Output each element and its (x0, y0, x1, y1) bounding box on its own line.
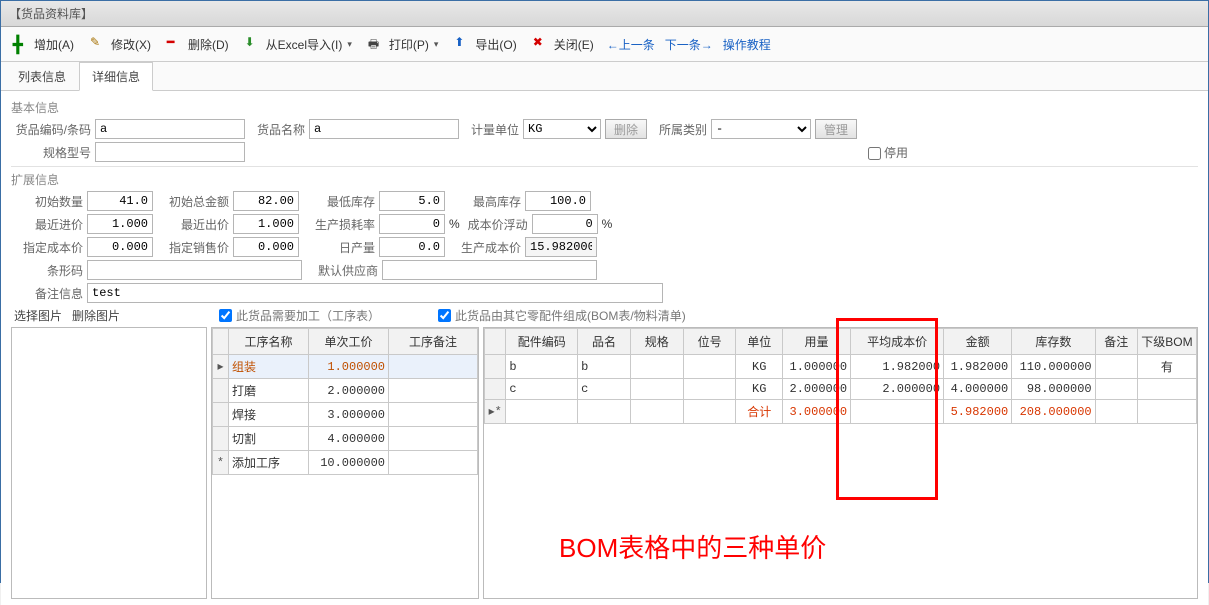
process-check[interactable]: 此货品需要加工（工序表） (219, 307, 380, 324)
close-button[interactable]: ✖关闭(E) (527, 31, 600, 57)
table-row[interactable]: ▸组装1.000000 (213, 355, 478, 379)
process-panel: 工序名称 单次工价 工序备注 ▸组装1.000000打磨2.000000焊接3.… (211, 327, 479, 599)
init-qty-label: 初始数量 (11, 193, 83, 210)
init-total-input[interactable] (233, 191, 299, 211)
table-row[interactable]: ccKG2.0000002.0000004.00000098.000000 (485, 379, 1197, 400)
init-qty-input[interactable] (87, 191, 153, 211)
print-button[interactable]: 🖶打印(P)▾ (362, 31, 445, 57)
add-button[interactable]: ╋增加(A) (7, 31, 80, 57)
next-record-link[interactable]: 下一条→ (665, 36, 713, 53)
init-total-label: 初始总金额 (157, 193, 229, 210)
table-row[interactable]: 切割4.000000 (213, 427, 478, 451)
barcode-input[interactable] (87, 260, 302, 280)
proc-col-name: 工序名称 (229, 329, 309, 355)
spec-input[interactable] (95, 142, 245, 162)
ext-section-label: 扩展信息 (11, 171, 1198, 188)
def-supplier-label: 默认供应商 (306, 262, 378, 279)
min-stock-input[interactable] (379, 191, 445, 211)
proc-col-remark: 工序备注 (389, 329, 478, 355)
fixed-sale-label: 指定销售价 (157, 239, 229, 256)
barcode-label: 条形码 (11, 262, 83, 279)
choose-pic-link[interactable]: 选择图片 (14, 307, 62, 324)
loss-rate-label: 生产损耗率 (303, 216, 375, 233)
proc-col-price: 单次工价 (309, 329, 389, 355)
last-in-price-input[interactable] (87, 214, 153, 234)
fixed-cost-input[interactable] (87, 237, 153, 257)
def-supplier-input[interactable] (382, 260, 597, 280)
percent-2: % (602, 217, 613, 231)
remark-input[interactable] (87, 283, 663, 303)
name-input[interactable] (309, 119, 459, 139)
bom-col-avgcost: 平均成本价 (851, 329, 944, 355)
day-output-label: 日产量 (303, 239, 375, 256)
bom-panel: 配件编码 品名 规格 位号 单位 用量 平均成本价 金额 库存数 备注 下级BO… (483, 327, 1198, 599)
table-row-new[interactable]: *添加工序10.000000 (213, 451, 478, 475)
main-toolbar: ╋增加(A) ✎修改(X) ━删除(D) ⬇从Excel导入(I)▾ 🖶打印(P… (1, 27, 1208, 62)
bom-col-qty: 用量 (782, 329, 850, 355)
bom-col-uom: 单位 (736, 329, 782, 355)
edit-button[interactable]: ✎修改(X) (84, 31, 157, 57)
bom-col-spec: 规格 (630, 329, 683, 355)
disable-check[interactable]: 停用 (868, 144, 908, 161)
tab-strip: 列表信息 详细信息 (1, 62, 1208, 91)
remark-label: 备注信息 (11, 285, 83, 302)
table-row[interactable]: bbKG1.0000001.9820001.982000110.000000有 (485, 355, 1197, 379)
basic-section-label: 基本信息 (11, 99, 1198, 116)
code-label: 货品编码/条码 (11, 121, 91, 138)
spec-label: 规格型号 (11, 144, 91, 161)
picture-panel (11, 327, 207, 599)
table-row[interactable]: 焊接3.000000 (213, 403, 478, 427)
bom-grid[interactable]: 配件编码 品名 规格 位号 单位 用量 平均成本价 金额 库存数 备注 下级BO… (484, 328, 1197, 424)
bom-col-pos: 位号 (683, 329, 736, 355)
bom-col-amount: 金额 (944, 329, 1012, 355)
min-stock-label: 最低库存 (303, 193, 375, 210)
bom-col-code: 配件编码 (506, 329, 578, 355)
window-title: 【货品资料库】 (1, 1, 1208, 27)
last-out-price-input[interactable] (233, 214, 299, 234)
table-row-sum: ▸*合计3.0000005.982000208.000000 (485, 400, 1197, 424)
help-link[interactable]: 操作教程 (723, 36, 771, 53)
category-label: 所属类别 (651, 121, 707, 138)
bom-col-name: 品名 (578, 329, 631, 355)
prod-cost-label: 生产成本价 (449, 239, 521, 256)
cost-float-input[interactable] (532, 214, 598, 234)
last-in-price-label: 最近进价 (11, 216, 83, 233)
process-grid[interactable]: 工序名称 单次工价 工序备注 ▸组装1.000000打磨2.000000焊接3.… (212, 328, 478, 475)
fixed-cost-label: 指定成本价 (11, 239, 83, 256)
loss-rate-input[interactable] (379, 214, 445, 234)
name-label: 货品名称 (249, 121, 305, 138)
category-manage-button[interactable]: 管理 (815, 119, 857, 139)
day-output-input[interactable] (379, 237, 445, 257)
annotation-text: BOM表格中的三种单价 (559, 528, 826, 565)
fixed-sale-input[interactable] (233, 237, 299, 257)
uom-delete-button[interactable]: 删除 (605, 119, 647, 139)
cost-float-label: 成本价浮动 (464, 216, 528, 233)
bom-col-remark: 备注 (1095, 329, 1137, 355)
prod-cost-display (525, 237, 597, 257)
max-stock-label: 最高库存 (449, 193, 521, 210)
tab-detail[interactable]: 详细信息 (79, 62, 153, 91)
last-out-price-label: 最近出价 (157, 216, 229, 233)
export-button[interactable]: ⬆导出(O) (448, 31, 522, 57)
uom-label: 计量单位 (463, 121, 519, 138)
code-input[interactable] (95, 119, 245, 139)
bom-check[interactable]: 此货品由其它零配件组成(BOM表/物料清单) (438, 307, 686, 324)
delete-pic-link[interactable]: 删除图片 (72, 307, 120, 324)
max-stock-input[interactable] (525, 191, 591, 211)
category-select[interactable]: - (711, 119, 811, 139)
percent-1: % (449, 217, 460, 231)
tab-list[interactable]: 列表信息 (5, 62, 79, 90)
delete-button[interactable]: ━删除(D) (161, 31, 235, 57)
table-row[interactable]: 打磨2.000000 (213, 379, 478, 403)
bom-col-stock: 库存数 (1012, 329, 1095, 355)
uom-select[interactable]: KG (523, 119, 601, 139)
prev-record-link[interactable]: ←上一条 (607, 36, 655, 53)
bom-col-subbom: 下级BOM (1137, 329, 1196, 355)
excel-import-button[interactable]: ⬇从Excel导入(I)▾ (239, 31, 358, 57)
